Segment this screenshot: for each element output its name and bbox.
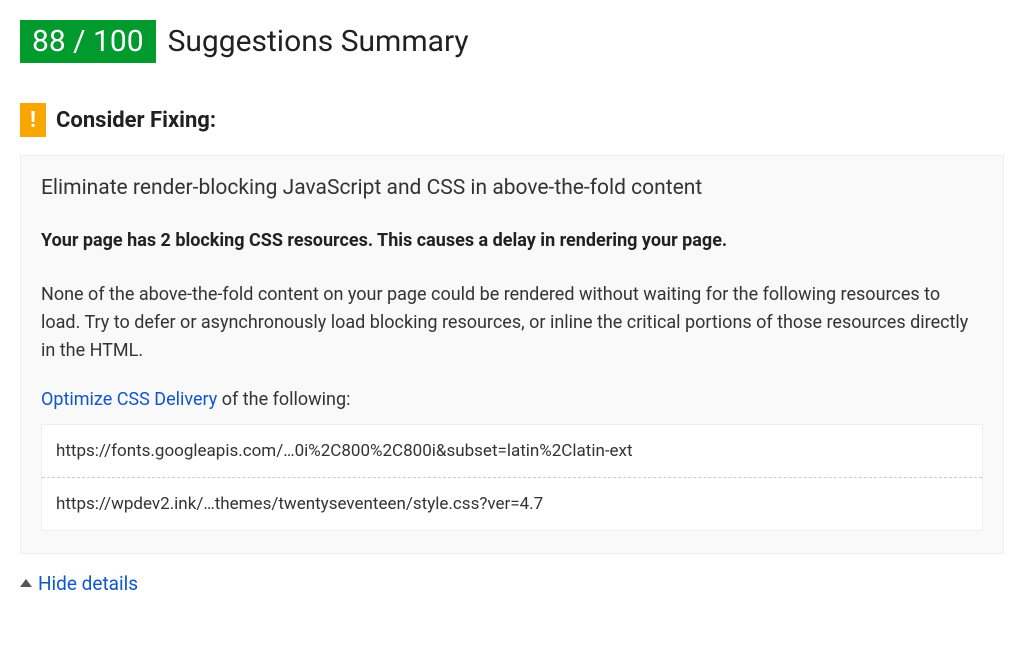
triangle-up-icon	[20, 579, 32, 587]
url-list: https://fonts.googleapis.com/…0i%2C800%2…	[41, 424, 983, 531]
url-item: https://wpdev2.ink/…themes/twentysevente…	[42, 477, 982, 530]
summary-header: 88 / 100 Suggestions Summary	[20, 20, 1004, 63]
optimize-line: Optimize CSS Delivery of the following:	[41, 389, 983, 410]
hide-details-toggle[interactable]: Hide details	[20, 572, 1004, 595]
summary-title: Suggestions Summary	[168, 24, 469, 59]
consider-fixing-heading: ! Consider Fixing:	[20, 103, 1004, 137]
warning-icon: !	[20, 103, 46, 137]
impact-text: Your page has 2 blocking CSS resources. …	[41, 228, 983, 253]
url-item: https://fonts.googleapis.com/…0i%2C800%2…	[42, 425, 982, 477]
details-panel: Eliminate render-blocking JavaScript and…	[20, 155, 1004, 554]
optimize-css-delivery-link[interactable]: Optimize CSS Delivery	[41, 389, 217, 410]
rule-title: Eliminate render-blocking JavaScript and…	[41, 176, 983, 200]
hide-details-label: Hide details	[38, 572, 138, 595]
explanation-text: None of the above-the-fold content on yo…	[41, 281, 983, 365]
optimize-suffix: of the following:	[217, 389, 350, 410]
section-heading-text: Consider Fixing:	[56, 108, 216, 133]
score-badge: 88 / 100	[20, 20, 156, 63]
